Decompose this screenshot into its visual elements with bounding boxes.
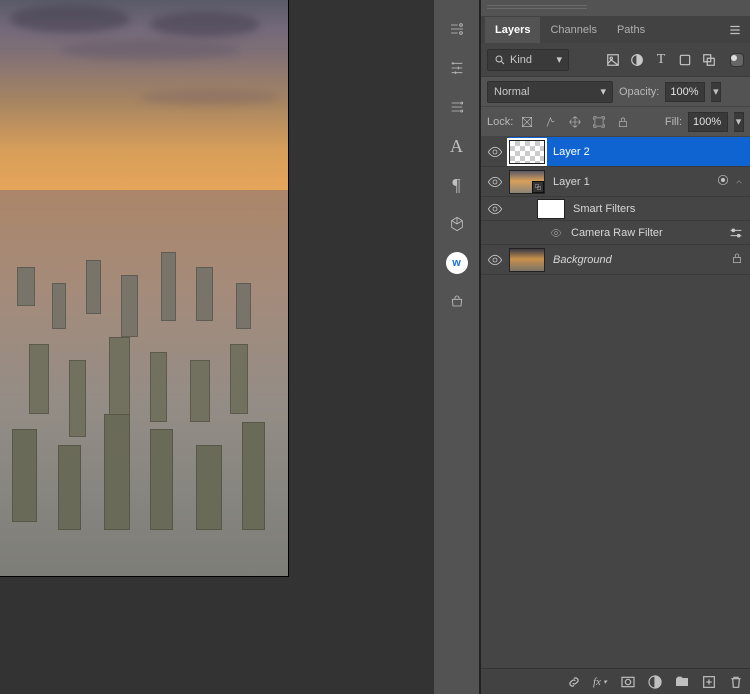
layer-row-layer1[interactable]: Layer 1 (481, 167, 750, 197)
layer-row-layer2[interactable]: Layer 2 (481, 137, 750, 167)
layers-list: Layer 2 Layer 1 (481, 137, 750, 668)
filter-icons: T (606, 53, 744, 67)
layer-name[interactable]: Background (553, 254, 722, 266)
collapse-icon[interactable] (734, 177, 744, 187)
layers-bottom-bar: fx▾ (481, 668, 750, 694)
layer-name[interactable]: Layer 2 (553, 146, 744, 158)
layer-row-background[interactable]: Background (481, 245, 750, 275)
styles-icon[interactable] (446, 96, 468, 118)
layer-row-smart-filters[interactable]: Smart Filters (481, 197, 750, 221)
tab-layers[interactable]: Layers (485, 17, 540, 43)
kind-label: Kind (510, 54, 532, 66)
blend-mode-value: Normal (494, 86, 529, 98)
smart-filter-visibility-icon[interactable] (716, 173, 730, 190)
canvas-image[interactable] (0, 0, 289, 577)
lock-image-icon[interactable] (543, 114, 559, 130)
document-canvas[interactable] (0, 0, 434, 694)
filter-mask-thumbnail[interactable] (537, 199, 565, 219)
lock-icons (519, 114, 631, 130)
filter-smart-icon[interactable] (702, 53, 716, 67)
character-panel-icon[interactable]: A (446, 135, 468, 157)
smart-object-badge-icon (532, 181, 544, 193)
panel-tabs: Layers Channels Paths (481, 17, 750, 43)
tab-channels[interactable]: Channels (540, 17, 606, 43)
shopping-icon[interactable] (446, 291, 468, 313)
layer-visibility-toggle[interactable] (481, 252, 509, 268)
new-layer-icon[interactable] (701, 674, 717, 690)
libraries-icon[interactable] (446, 18, 468, 40)
filter-visibility-toggle[interactable] (549, 227, 563, 239)
lock-transparency-icon[interactable] (519, 114, 535, 130)
lock-artboard-icon[interactable] (591, 114, 607, 130)
tab-paths[interactable]: Paths (607, 17, 655, 43)
new-adjustment-icon[interactable] (647, 674, 663, 690)
filter-pixel-icon[interactable] (606, 53, 620, 67)
panel-menu-icon[interactable] (720, 17, 750, 43)
layer-thumbnail[interactable] (509, 140, 545, 164)
lock-all-icon[interactable] (615, 114, 631, 130)
layer-visibility-toggle[interactable] (481, 137, 509, 166)
layer-thumbnail[interactable] (509, 248, 545, 272)
link-layers-icon[interactable] (566, 674, 582, 690)
smart-filters-label: Smart Filters (573, 203, 744, 215)
3d-panel-icon[interactable] (446, 213, 468, 235)
layer-kind-dropdown[interactable]: Kind ▾ (487, 49, 569, 71)
layer-row-camera-raw[interactable]: Camera Raw Filter (481, 221, 750, 245)
opacity-input[interactable]: 100% (665, 82, 705, 102)
lock-icon[interactable] (730, 251, 744, 268)
blend-row: Normal ▾ Opacity: 100% ▾ (481, 77, 750, 107)
filter-visibility-toggle[interactable] (481, 201, 509, 217)
filter-type-icon[interactable]: T (654, 53, 668, 67)
paragraph-panel-icon[interactable]: ¶ (446, 174, 468, 196)
fill-label: Fill: (665, 116, 682, 128)
layer-visibility-toggle[interactable] (481, 174, 509, 190)
filter-blend-options-icon[interactable] (728, 225, 744, 241)
adjustments-icon[interactable] (446, 57, 468, 79)
filter-name[interactable]: Camera Raw Filter (571, 227, 720, 239)
opacity-label: Opacity: (619, 86, 659, 98)
fill-dropdown-icon[interactable]: ▾ (734, 112, 744, 132)
vertical-toolbar: A ¶ w (434, 0, 480, 694)
blend-mode-dropdown[interactable]: Normal ▾ (487, 81, 613, 103)
lock-label: Lock: (487, 116, 513, 128)
web-icon[interactable]: w (446, 252, 468, 274)
lock-row: Lock: Fill: 100% ▾ (481, 107, 750, 137)
opacity-dropdown-icon[interactable]: ▾ (711, 82, 721, 102)
new-group-icon[interactable] (674, 674, 690, 690)
filter-shape-icon[interactable] (678, 53, 692, 67)
layer-style-icon[interactable]: fx▾ (593, 674, 609, 690)
fill-input[interactable]: 100% (688, 112, 728, 132)
lock-position-icon[interactable] (567, 114, 583, 130)
filter-adjust-icon[interactable] (630, 53, 644, 67)
layer-thumbnail[interactable] (509, 170, 545, 194)
layer-filter-row: Kind ▾ T (481, 43, 750, 77)
filter-toggle[interactable] (730, 53, 744, 67)
panel-top-strip (481, 0, 750, 17)
delete-layer-icon[interactable] (728, 674, 744, 690)
panel-area: Layers Channels Paths Kind ▾ T (480, 0, 750, 694)
layer-name[interactable]: Layer 1 (553, 176, 708, 188)
layer-mask-icon[interactable] (620, 674, 636, 690)
